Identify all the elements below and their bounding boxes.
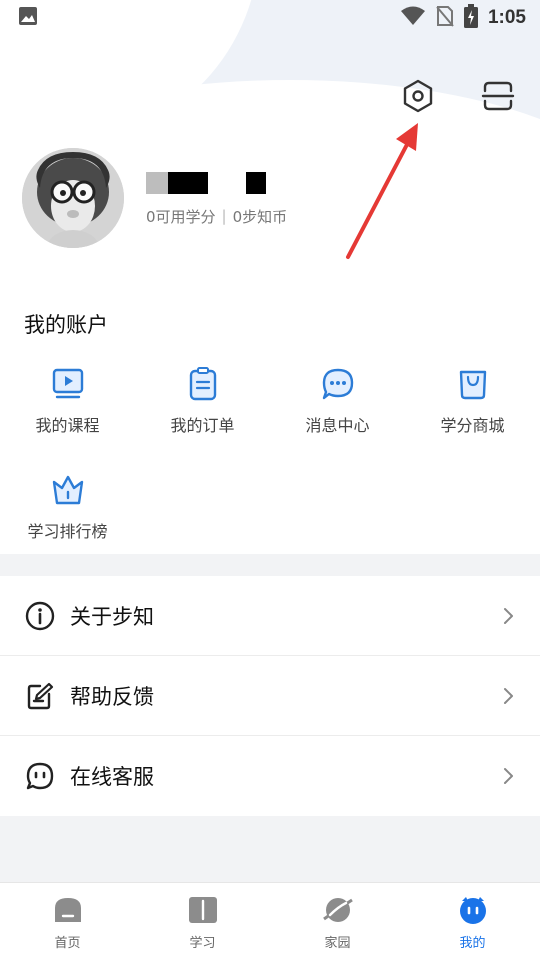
- tab-home[interactable]: 首页: [0, 883, 135, 960]
- avatar[interactable]: [22, 148, 124, 248]
- grid-item-label: 我的订单: [170, 416, 235, 435]
- credits-count[interactable]: 0可用学分: [146, 206, 216, 227]
- settings-hexagon-icon: [400, 78, 436, 118]
- grid-item-label: 学习排行榜: [27, 522, 108, 541]
- clipboard-icon: [185, 366, 221, 402]
- play-video-icon: [50, 366, 86, 402]
- bottom-tab-bar: 首页 学习 家园 我的: [0, 882, 540, 960]
- edit-note-icon: [24, 680, 56, 712]
- grid-item-label: 学分商城: [440, 416, 505, 435]
- tab-label: 家园: [324, 936, 351, 951]
- settings-menu: 关于步知 帮助反馈 在线客服: [0, 576, 540, 816]
- grid-item-label: 我的课程: [35, 416, 100, 435]
- header-actions: [398, 78, 518, 118]
- menu-label: 帮助反馈: [70, 684, 154, 709]
- scan-icon: [481, 79, 515, 117]
- credit-mall-button[interactable]: 学分商城: [405, 366, 540, 436]
- about-row[interactable]: 关于步知: [0, 576, 540, 656]
- chevron-right-icon: [500, 686, 516, 706]
- wifi-icon: [400, 6, 426, 30]
- tab-community[interactable]: 家园: [270, 883, 405, 960]
- online-service-row[interactable]: 在线客服: [0, 736, 540, 816]
- chevron-right-icon: [500, 606, 516, 626]
- learning-leaderboard-button[interactable]: 学习排行榜: [0, 472, 135, 542]
- tab-study[interactable]: 学习: [135, 883, 270, 960]
- no-sim-icon: [436, 5, 454, 31]
- tab-me[interactable]: 我的: [405, 883, 540, 960]
- chat-bubble-icon: [320, 366, 356, 402]
- home-icon: [52, 895, 84, 925]
- book-icon: [187, 895, 219, 925]
- shopping-bag-icon: [455, 366, 491, 402]
- stats-divider: |: [221, 207, 227, 225]
- clock: 1:05: [487, 7, 526, 28]
- my-courses-button[interactable]: 我的课程: [0, 366, 135, 436]
- chevron-right-icon: [500, 766, 516, 786]
- status-bar: 1:05: [0, 0, 540, 36]
- profile-face-icon: [457, 895, 489, 925]
- coins-count[interactable]: 0步知币: [233, 206, 288, 227]
- my-orders-button[interactable]: 我的订单: [135, 366, 270, 436]
- username-redacted: [146, 170, 306, 196]
- scan-button[interactable]: [478, 78, 518, 118]
- annotation-arrow: [346, 123, 418, 259]
- tab-label: 首页: [54, 936, 81, 951]
- menu-label: 关于步知: [70, 604, 154, 629]
- profile-card[interactable]: 0可用学分 | 0步知币: [22, 148, 306, 248]
- menu-label: 在线客服: [70, 765, 154, 789]
- help-feedback-row[interactable]: 帮助反馈: [0, 656, 540, 736]
- settings-button[interactable]: [398, 78, 438, 118]
- empty-area: [0, 816, 540, 882]
- tab-label: 我的: [459, 936, 486, 951]
- info-circle-icon: [24, 600, 56, 632]
- planet-icon: [322, 895, 354, 925]
- crown-icon: [50, 472, 86, 508]
- tab-label: 学习: [189, 936, 216, 951]
- message-center-button[interactable]: 消息中心: [270, 366, 405, 436]
- account-section-title: 我的账户: [24, 313, 108, 337]
- grid-item-label: 消息中心: [305, 416, 370, 435]
- gallery-notification-icon: [18, 6, 38, 30]
- section-divider: [0, 554, 540, 576]
- battery-charging-icon: [463, 4, 478, 32]
- chat-dots-icon: [24, 760, 56, 792]
